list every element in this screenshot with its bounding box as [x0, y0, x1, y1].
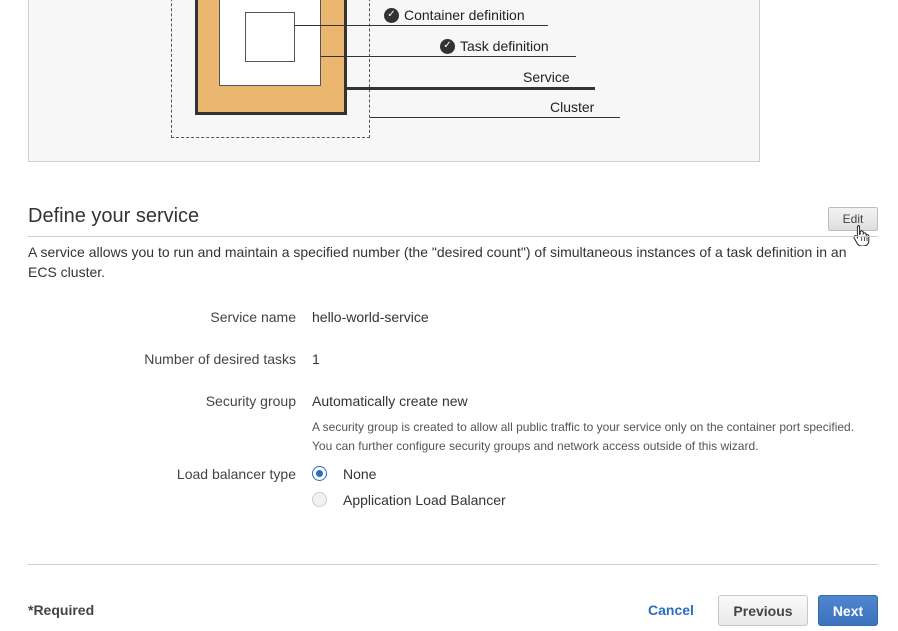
check-circle-icon: ✓ [440, 38, 455, 54]
previous-button[interactable]: Previous [718, 595, 808, 626]
next-button[interactable]: Next [818, 595, 878, 626]
cluster-connector-line [370, 117, 620, 118]
security-group-value: Automatically create new [312, 393, 468, 409]
security-group-help: A security group is created to allow all… [312, 418, 872, 456]
load-balancer-label: Load balancer type [176, 466, 296, 482]
load-balancer-none-radio[interactable] [312, 466, 327, 481]
section-title: Define your service [28, 205, 200, 227]
container-definition-box [245, 12, 295, 62]
check-circle-icon: ✓ [384, 7, 399, 23]
security-group-label: Security group [205, 393, 296, 409]
load-balancer-alb-label[interactable]: Application Load Balancer [343, 492, 506, 508]
service-name-value: hello-world-service [312, 309, 429, 325]
desired-tasks-label: Number of desired tasks [144, 351, 296, 367]
cluster-text: Cluster [550, 99, 595, 115]
section-divider [28, 236, 878, 237]
service-text: Service [523, 69, 570, 85]
container-definition-label: ✓ Container definition [384, 7, 525, 23]
task-connector-line [321, 56, 576, 57]
container-connector-line [295, 25, 548, 26]
cluster-label: Cluster [550, 99, 594, 115]
task-definition-label: ✓ Task definition [440, 38, 549, 54]
footer-divider [28, 564, 878, 565]
service-name-label: Service name [210, 309, 296, 325]
cancel-link[interactable]: Cancel [648, 602, 694, 618]
required-note: *Required [28, 602, 95, 618]
task-definition-text: Task definition [460, 38, 549, 54]
service-description: A service allows you to run and maintain… [28, 244, 847, 280]
load-balancer-alb-radio[interactable] [312, 492, 327, 507]
ecs-diagram-panel: ✓ Container definition ✓ Task definition… [28, 0, 760, 162]
load-balancer-none-label[interactable]: None [343, 466, 376, 482]
security-group-help-line: A security group is created to allow all… [312, 420, 855, 434]
service-label: Service [523, 69, 570, 85]
service-connector-line [347, 87, 595, 90]
container-definition-text: Container definition [404, 7, 525, 23]
desired-tasks-value: 1 [312, 351, 320, 367]
security-group-help-line: You can further configure security group… [312, 439, 759, 453]
